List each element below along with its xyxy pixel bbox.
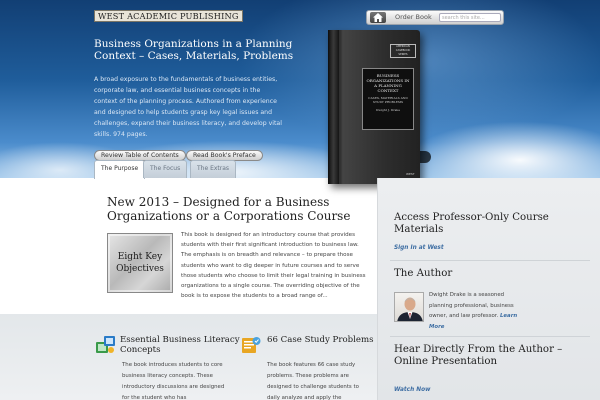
hero-banner: WEST ACADEMIC PUBLISHING Order Book Busi… [0, 0, 600, 178]
hero-title: Business Organizations in a Planning Con… [94, 38, 294, 62]
feature-literacy-title: Essential Business Literacy Concepts [120, 335, 240, 355]
author-portrait-icon [397, 297, 423, 321]
book-spine [328, 30, 339, 184]
book-imprint: WEST [406, 172, 415, 176]
sidebar-divider [390, 260, 590, 261]
home-icon [373, 13, 383, 22]
order-book-link[interactable]: Order Book [395, 11, 432, 24]
author-bio: Dwight Drake is a seasoned planning prof… [429, 290, 519, 332]
case-study-icon [242, 337, 261, 353]
watch-now-link[interactable]: Watch Now [394, 386, 430, 394]
main-heading: New 2013 – Designed for a Business Organ… [107, 195, 351, 223]
tab-the-focus[interactable]: The Focus [143, 160, 188, 178]
feature-case-study-body: The book features 66 case study problems… [267, 362, 359, 400]
feature-literacy-body: The book introduces students to core bus… [122, 362, 225, 400]
sidebar-access-title: Access Professor-Only Course Materials [394, 212, 549, 235]
home-button[interactable] [370, 12, 386, 23]
tab-the-extras[interactable]: The Extras [190, 160, 237, 178]
search-input[interactable] [439, 13, 501, 22]
book-title-plate: BUSINESS ORGANIZATIONS IN A PLANNING CON… [362, 68, 414, 130]
book-cover-title: BUSINESS ORGANIZATIONS IN A PLANNING CON… [366, 73, 410, 93]
book-series-label: AMERICAN CASEBOOK SERIES [390, 44, 416, 58]
sidebar-presentation-title: Hear Directly From the Author – Online P… [394, 344, 563, 367]
sidebar-author-title: The Author [394, 268, 453, 279]
book-cover-subtitle: CASES, MATERIALS AND STUDY PROBLEMS [368, 96, 408, 104]
sign-in-link[interactable]: Sign In at West [394, 244, 444, 252]
publisher-logo[interactable]: WEST ACADEMIC PUBLISHING [94, 10, 243, 22]
tab-the-purpose[interactable]: The Purpose [94, 160, 146, 179]
hero-description: A broad exposure to the fundamentals of … [94, 76, 282, 138]
main-body-text: This book is designed for an introductor… [181, 232, 366, 300]
sidebar-divider [390, 336, 590, 337]
top-utility-bar: Order Book [366, 10, 504, 25]
book-cover-image: AMERICAN CASEBOOK SERIES BUSINESS ORGANI… [328, 30, 420, 184]
author-photo [394, 292, 424, 322]
eight-key-objectives-badge[interactable]: Eight Key Objectives [107, 233, 173, 293]
book-cover-author: Dwight J. Drake [375, 108, 401, 112]
literacy-icon [96, 336, 115, 353]
